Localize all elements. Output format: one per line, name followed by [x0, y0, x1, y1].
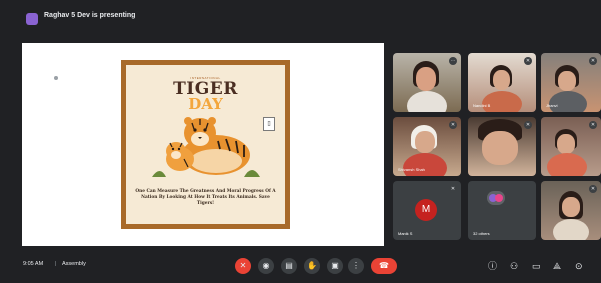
meeting-name: Assembly	[62, 261, 86, 267]
participant-tile[interactable]: ✕	[468, 117, 536, 176]
participant-name: Manik S	[398, 231, 413, 236]
mic-off-icon: ✕	[449, 121, 457, 129]
chat-icon[interactable]: ▭	[532, 261, 541, 271]
mic-off-icon: ✕	[449, 185, 457, 193]
participant-name: Nandini B	[473, 103, 491, 108]
mic-off-icon: ✕	[589, 57, 597, 65]
info-icon[interactable]: ⓘ	[488, 261, 497, 271]
poster-title-line2: DAY	[188, 95, 223, 113]
participant-name: Jhanvi	[546, 103, 558, 108]
participant-name: Shivansh Shah	[398, 167, 425, 172]
poster-caption: One Can Measure The Greatness And Moral …	[135, 189, 276, 206]
mic-off-icon: ✕	[589, 185, 597, 193]
tiger-day-poster: INTERNATIONAL TIGER DAY One Can Measure …	[121, 60, 290, 229]
avatar: M	[415, 199, 437, 221]
presenting-label: Raghav 5 Dev is presenting	[44, 12, 136, 19]
camera-icon[interactable]: ◉	[258, 258, 274, 274]
mic-off-icon: ✕	[524, 57, 532, 65]
raise-hand-icon[interactable]: ✋	[304, 258, 320, 274]
participant-tile-others[interactable]: 32 others	[468, 181, 536, 240]
participant-tile[interactable]: ✕ Shivansh Shah	[393, 117, 461, 176]
others-icon	[487, 191, 505, 205]
more-options-icon[interactable]: ⋮	[348, 258, 364, 274]
captions-icon[interactable]: ▤	[281, 258, 297, 274]
present-icon[interactable]: ▣	[327, 258, 343, 274]
meeting-time: 9:05 AM	[23, 261, 44, 267]
meet-window: Raghav 5 Dev is presenting INTERNATIONAL…	[0, 0, 601, 283]
participant-name: 32 others	[473, 231, 490, 236]
participant-tile[interactable]: ✕ Nandini B	[468, 53, 536, 112]
host-controls-icon[interactable]: ⊙	[575, 261, 583, 271]
more-icon[interactable]: ⋯	[449, 57, 457, 65]
participant-tile[interactable]: ✕	[541, 181, 601, 240]
bottom-toolbar: 9:05 AM | Assembly ✕ ◉ ▤ ✋ ▣ ⋮ ☎ ⓘ ⚇ ▭ ⟁…	[0, 249, 601, 283]
presentation-stage[interactable]: INTERNATIONAL TIGER DAY One Can Measure …	[22, 43, 384, 246]
presenter-avatar-icon	[26, 13, 38, 25]
pointer-icon	[54, 76, 58, 80]
activities-icon[interactable]: ⟁	[553, 261, 561, 271]
participant-tile[interactable]: ✕ Jhanvi	[541, 53, 601, 112]
participant-tile[interactable]: M ✕ Manik S	[393, 181, 461, 240]
participant-tile[interactable]: ⋯	[393, 53, 461, 112]
presenting-bar: Raghav 5 Dev is presenting	[0, 0, 601, 36]
end-call-icon[interactable]: ☎	[371, 258, 397, 274]
meeting-separator: |	[55, 261, 57, 267]
mic-off-icon: ✕	[589, 121, 597, 129]
poster-inner: INTERNATIONAL TIGER DAY One Can Measure …	[126, 65, 285, 224]
tiger-illustration	[152, 117, 260, 177]
slide-page-icon[interactable]: ▯	[263, 117, 275, 131]
participant-tile[interactable]: ✕	[541, 117, 601, 176]
mic-off-icon[interactable]: ✕	[235, 258, 251, 274]
people-icon[interactable]: ⚇	[510, 261, 518, 271]
mic-off-icon: ✕	[524, 121, 532, 129]
